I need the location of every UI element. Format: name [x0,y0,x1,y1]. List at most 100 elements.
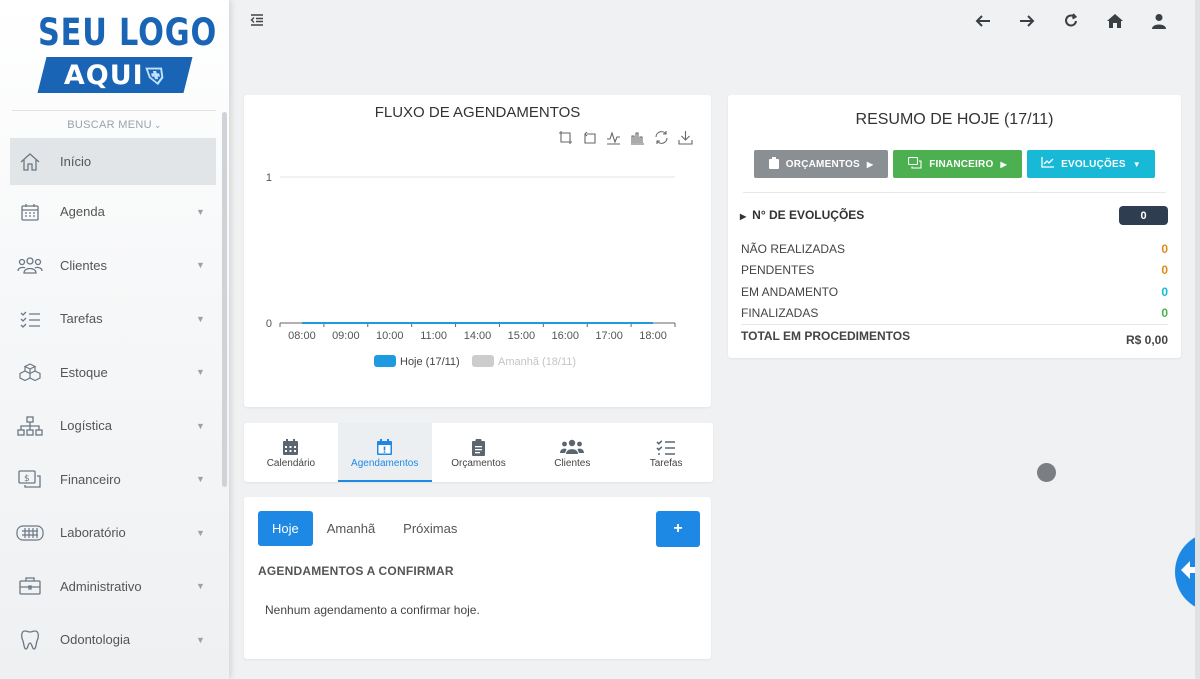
menu-collapse-icon[interactable] [249,12,265,28]
status-value: 0 [1161,306,1168,321]
tooth-icon [10,629,50,651]
sidebar-item-financeiro[interactable]: $ Financeiro ▼ [10,453,216,507]
legend-label-0: Hoje (17/11) [400,356,460,368]
evolutions-toggle[interactable]: ▶ N° DE EVOLUÇÕES [740,208,864,222]
loading-indicator [1037,463,1056,482]
sidebar-item-tarefas[interactable]: Tarefas ▼ [10,292,216,346]
tab-agendamentos[interactable]: Agendamentos [337,423,432,482]
boxes-icon [10,362,50,382]
sidebar-item-estoque[interactable]: Estoque ▼ [10,346,216,400]
tab-label: Calendário [266,458,316,469]
status-row-pendentes: PENDENTES 0 [741,260,1168,282]
top-navigation [972,10,1170,32]
tab-label: Tarefas [649,458,683,469]
sidebar-item-laboratorio[interactable]: Laboratório ▼ [10,506,216,560]
appointments-flow-card: FLUXO DE AGENDAMENTOS 0 1 08:00 09:00 10:00 1… [244,95,711,407]
sidebar-item-label: Laboratório [60,525,126,541]
sidebar-item-label: Agenda [60,204,105,220]
filter-hoje[interactable]: Hoje [258,511,313,546]
status-value: 0 [1161,241,1168,256]
home-icon[interactable] [1104,10,1126,32]
x-tick-label: 18:00 [639,330,667,342]
x-tick-label: 17:00 [595,330,623,342]
sidebar-item-odontologia[interactable]: Odontologia ▼ [10,613,216,667]
caret-down-icon: ▼ [1132,159,1141,169]
clipboard-icon [471,436,486,458]
summary-title: RESUMO DE HOJE (17/11) [855,111,1054,128]
day-filter-tabs: Hoje Amanhã Próximas [258,511,471,546]
x-tick-label: 08:00 [288,330,316,342]
users-icon [10,255,50,275]
x-tick-label: 14:00 [464,330,492,342]
status-row-em-andamento: EM ANDAMENTO 0 [741,281,1168,303]
tab-label: Agendamentos [351,458,419,469]
status-label: FINALIZADAS [741,306,819,321]
total-procedures-row: TOTAL EM PROCEDIMENTOS R$ 0,00 [741,329,1168,347]
add-appointment-button[interactable]: + [656,511,700,547]
page-scrollbar[interactable] [1195,0,1200,679]
filter-amanha[interactable]: Amanhã [313,511,389,546]
legend-swatch-1 [472,355,494,367]
appointments-line-chart: 0 1 08:00 09:00 10:00 11:00 14:00 15:00 16:00 17:… [266,172,676,368]
reload-icon[interactable] [1060,10,1082,32]
sidebar-item-administrativo[interactable]: Administrativo ▼ [10,560,216,614]
total-value: R$ 0,00 [1125,333,1168,347]
sidebar-item-inicio[interactable]: Início [10,138,216,185]
search-menu-toggle[interactable]: BUSCAR MENU ⌄ [0,119,229,131]
x-tick-label: 16:00 [552,330,580,342]
back-arrow-icon[interactable] [972,10,994,32]
caret-right-icon: ▶ [740,212,747,221]
tab-orcamentos[interactable]: Orçamentos [432,423,526,482]
money-icon: $ [10,469,50,489]
tab-label: Orçamentos [451,458,506,469]
status-value: 0 [1161,284,1168,299]
evolucoes-button[interactable]: EVOLUÇÕES ▼ [1027,150,1155,178]
today-summary-card: RESUMO DE HOJE (17/11) ORÇAMENTOS ▶ FINA… [728,95,1181,358]
tab-clientes[interactable]: Clientes [525,423,619,482]
appointments-heading: AGENDAMENTOS A CONFIRMAR [258,564,454,578]
caret-down-icon: ▼ [196,527,205,538]
orcamentos-button[interactable]: ORÇAMENTOS ▶ [754,150,888,178]
evolutions-label: N° DE EVOLUÇÕES [752,208,865,222]
logo-banner: AQUI⛨ [37,57,193,93]
status-label: PENDENTES [741,263,815,278]
caret-down-icon: ▼ [196,581,205,592]
sidebar-item-label: Início [60,154,92,169]
button-label: ORÇAMENTOS [785,158,860,170]
y-tick-label: 1 [266,172,272,184]
company-logo[interactable]: SEU LOGO AQUI⛨ [37,11,218,96]
calendar-icon [10,202,50,222]
sidebar-item-label: Financeiro [60,471,121,487]
filter-proximas[interactable]: Próximas [389,511,471,546]
svg-text:$: $ [24,474,30,484]
sidebar-scrollbar[interactable] [222,112,227,487]
caret-right-icon: ▶ [1000,159,1007,169]
logo-text-top: SEU LOGO [38,11,218,54]
user-icon[interactable] [1148,10,1170,32]
summary-divider [743,192,1166,193]
chevron-down-icon: ⌄ [153,120,162,130]
tab-label: Clientes [554,458,591,469]
button-label: FINANCEIRO [929,158,994,170]
sidebar-item-label: Odontologia [60,632,131,648]
forward-arrow-icon[interactable] [1016,10,1038,32]
x-tick-label: 15:00 [508,330,536,342]
summary-buttons: ORÇAMENTOS ▶ FINANCEIRO ▶ EVOLUÇÕES ▼ [754,150,1155,178]
sidebar-item-label: Estoque [60,364,108,380]
tab-tarefas[interactable]: Tarefas [619,423,713,482]
tab-calendario[interactable]: Calendário [244,423,338,482]
legend-label-1: Amanhã (18/11) [498,356,576,368]
caret-down-icon: ▼ [196,474,205,485]
caret-down-icon: ▼ [196,420,205,431]
logo-text-bottom: AQUI [64,59,145,91]
sidebar-item-logistica[interactable]: Logística ▼ [10,399,216,453]
empty-state-text: Nenhum agendamento a confirmar hoje. [265,603,480,617]
legend-swatch-0 [374,355,396,367]
sidebar-item-label: Logística [60,418,113,434]
financeiro-button[interactable]: FINANCEIRO ▶ [893,150,1022,178]
sidebar-item-agenda[interactable]: Agenda ▼ [10,185,216,239]
sidebar-item-clientes[interactable]: Clientes ▼ [10,239,216,293]
money-icon [908,156,922,172]
denture-icon [10,523,50,543]
dashboard-tabs: Calendário Agendamentos Orçamentos Clien… [244,423,713,482]
